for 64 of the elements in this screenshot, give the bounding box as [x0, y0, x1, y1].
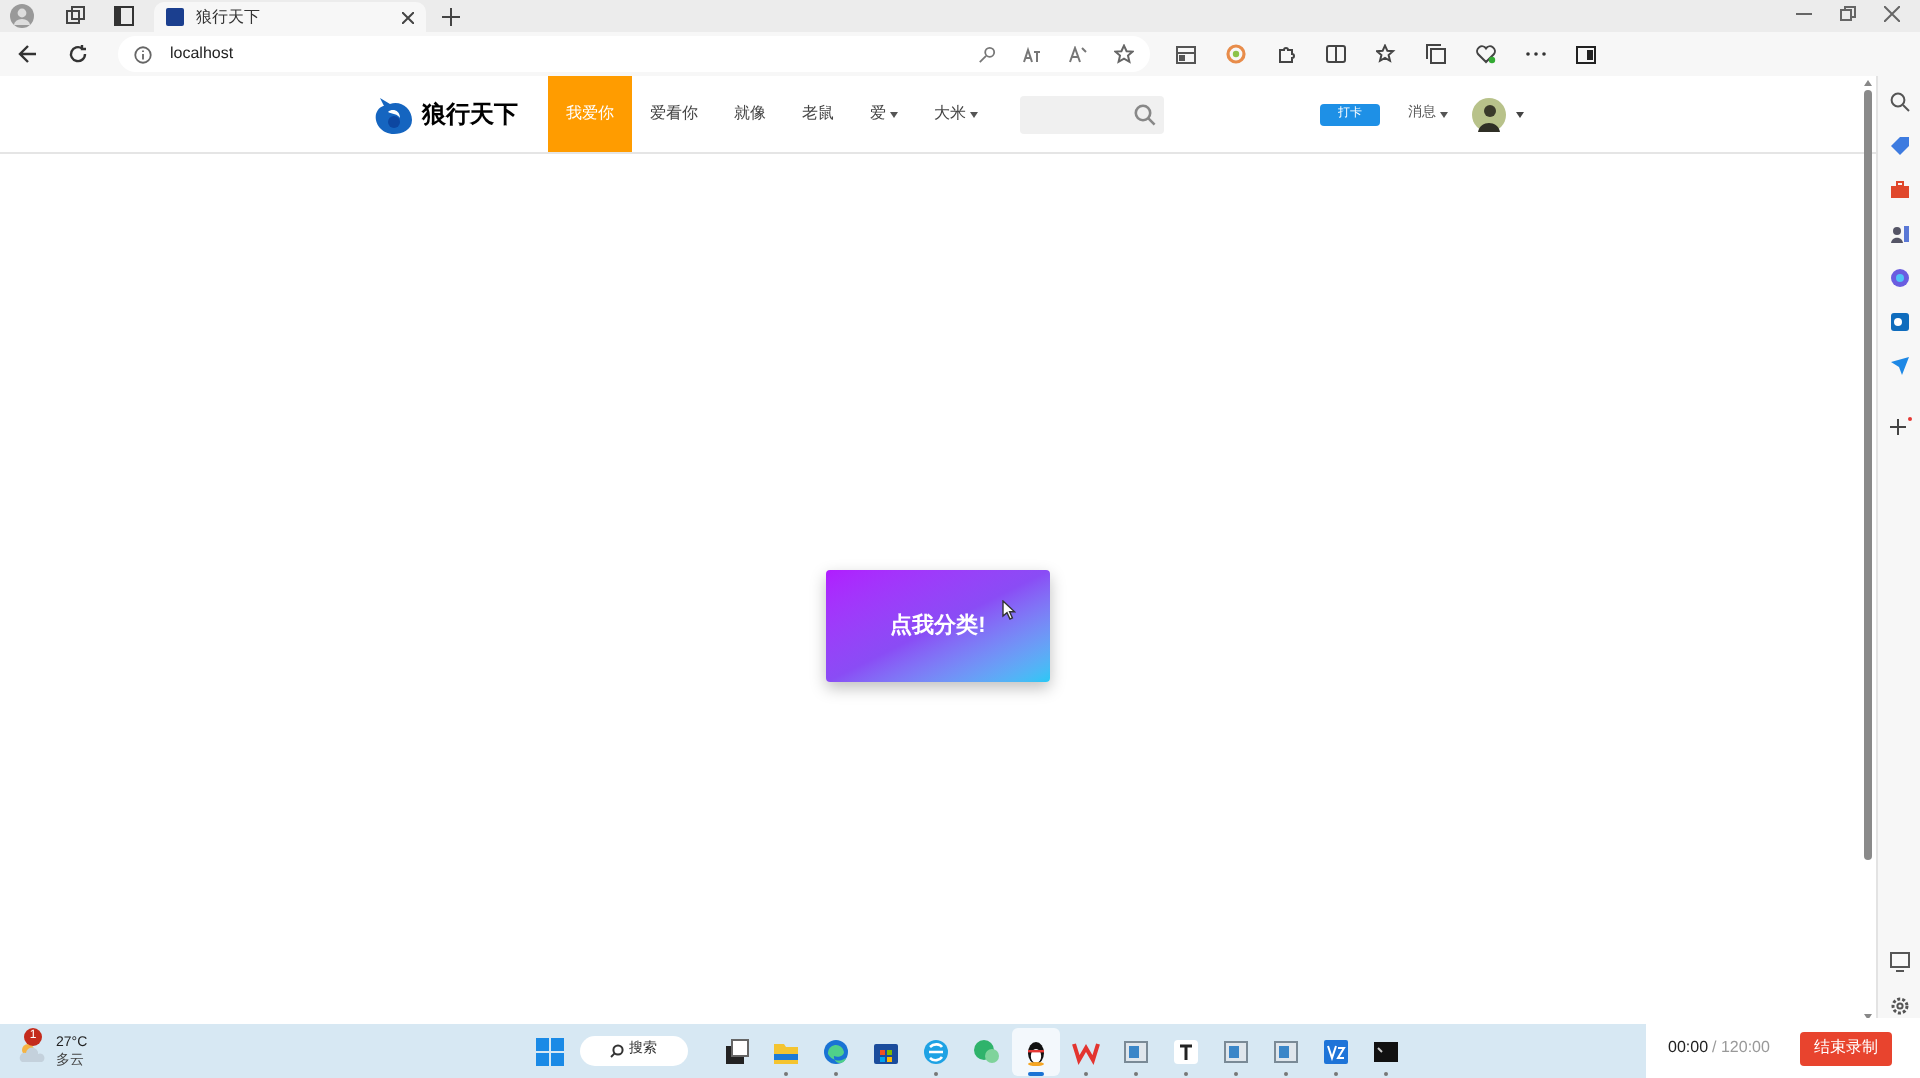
back-icon[interactable]	[18, 44, 38, 64]
copilot-icon[interactable]	[1889, 268, 1909, 288]
star-icon[interactable]	[1114, 44, 1134, 64]
workspaces-icon[interactable]	[66, 6, 86, 26]
refresh-icon[interactable]	[68, 44, 88, 64]
add-icon[interactable]	[1887, 416, 1911, 436]
mouse-cursor-icon	[1002, 600, 1016, 620]
screen-capture-icon[interactable]	[1889, 952, 1909, 972]
app-window-icon	[1221, 1037, 1250, 1065]
taskbar-app[interactable]	[1011, 1027, 1060, 1075]
files-icon	[721, 1037, 750, 1065]
account-menu[interactable]	[1472, 97, 1524, 131]
read-aloud-icon[interactable]	[1068, 45, 1088, 63]
paper-plane-icon[interactable]	[1889, 356, 1909, 376]
nav-item[interactable]: 爱	[852, 76, 916, 152]
restore-icon[interactable]	[1840, 6, 1856, 22]
nav-item[interactable]: 爱看你	[632, 76, 716, 152]
avatar	[1472, 97, 1506, 131]
tag-icon[interactable]	[1889, 136, 1909, 156]
sidebar-toggle-icon[interactable]	[1576, 45, 1596, 63]
heart-icon[interactable]	[1476, 44, 1496, 64]
stop-recording-button[interactable]: 结束录制	[1800, 1031, 1892, 1065]
favorites-icon[interactable]	[1376, 44, 1396, 64]
tab-title: 狼行天下	[196, 5, 260, 29]
terminal-icon	[1371, 1037, 1400, 1065]
tab-actions-icon[interactable]	[114, 6, 134, 26]
translate-icon[interactable]	[1022, 45, 1042, 63]
split-screen-icon[interactable]	[1326, 44, 1346, 64]
site-logo-text: 狼行天下	[422, 98, 518, 132]
total-time: / 120:00	[1712, 1036, 1770, 1060]
outlook-icon[interactable]	[1889, 312, 1909, 332]
site-icon	[166, 8, 184, 26]
toolbox-icon[interactable]	[1889, 180, 1909, 200]
browser-tab[interactable]: 狼行天下	[154, 2, 426, 32]
search-icon	[609, 1044, 624, 1058]
chat-bubble-icon	[971, 1037, 1000, 1065]
code-editor-icon	[1321, 1037, 1350, 1065]
collections-icon[interactable]	[1426, 44, 1446, 64]
text-editor-icon	[1171, 1037, 1200, 1065]
address-bar[interactable]: localhost	[118, 36, 1150, 72]
app-window-icon	[1121, 1037, 1150, 1065]
settings-icon[interactable]	[1889, 996, 1909, 1016]
nav-item[interactable]: 就像	[716, 76, 784, 152]
info-icon	[134, 45, 152, 63]
nav-item[interactable]: 大米	[916, 76, 996, 152]
edge-browser-icon	[821, 1037, 850, 1065]
app-window-icon[interactable]	[1176, 45, 1196, 63]
classify-button[interactable]: 点我分类!	[826, 570, 1050, 682]
scrollbar[interactable]	[1862, 80, 1872, 1020]
elapsed-time: 00:00	[1668, 1036, 1709, 1060]
search-icon[interactable]	[1134, 103, 1156, 125]
people-icon[interactable]	[1889, 224, 1909, 244]
globe-e-icon	[921, 1037, 950, 1065]
close-icon[interactable]	[1884, 6, 1900, 22]
close-icon[interactable]	[402, 11, 414, 23]
start-icon[interactable]	[535, 1037, 564, 1065]
search-icon[interactable]	[1889, 92, 1909, 112]
app-window-icon	[1271, 1037, 1300, 1065]
new-tab-icon[interactable]	[442, 8, 460, 26]
cloudy-icon	[18, 1039, 46, 1063]
url-text: localhost	[170, 42, 234, 66]
nav-item[interactable]: 老鼠	[784, 76, 852, 152]
search-field[interactable]	[1020, 95, 1164, 133]
puzzle-icon[interactable]	[1276, 44, 1296, 64]
